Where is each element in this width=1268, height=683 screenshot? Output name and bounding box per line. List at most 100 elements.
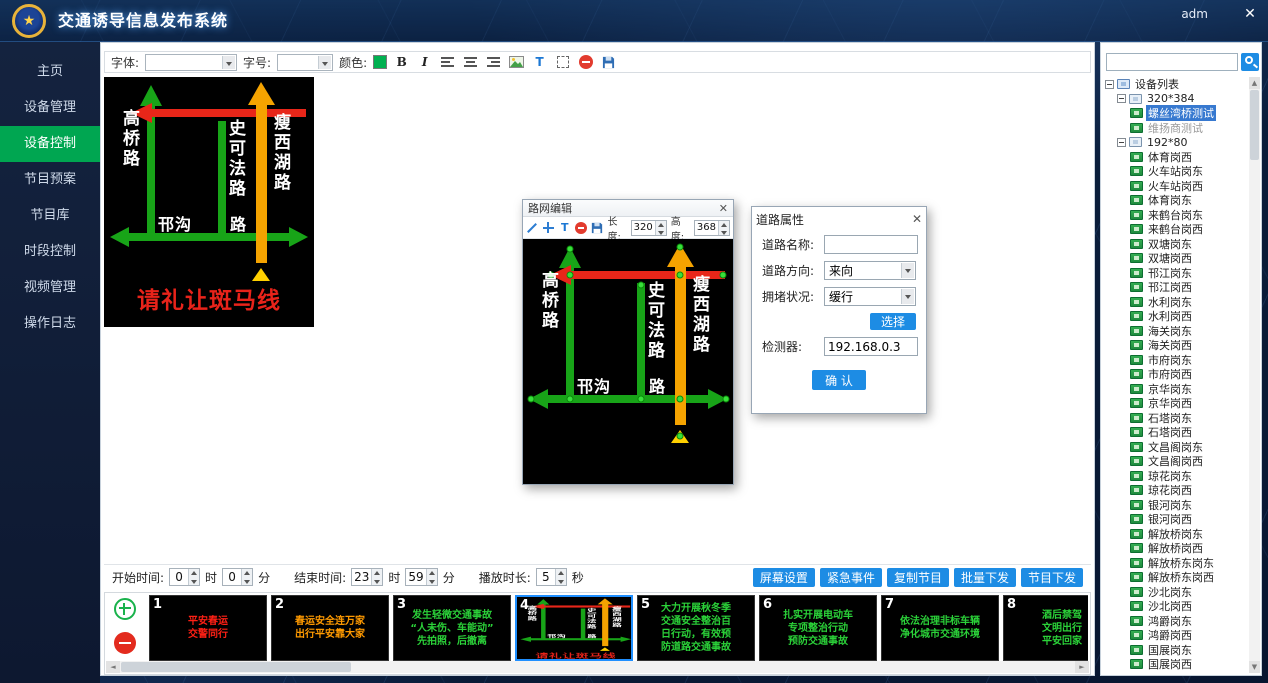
nav-item[interactable]: 操作日志 (0, 306, 100, 342)
insert-image-button[interactable] (508, 54, 525, 71)
tree-item[interactable]: 琼花岗东 (1103, 469, 1248, 484)
scroll-right-icon[interactable]: ► (1075, 661, 1089, 673)
tree-item[interactable]: 解放桥岗西 (1103, 541, 1248, 556)
tree-item[interactable]: 体育岗西 (1103, 150, 1248, 165)
nav-item[interactable]: 设备控制 (0, 126, 100, 162)
duration-stepper[interactable]: 5 (536, 568, 567, 586)
tree-item[interactable]: 设备列表 (1103, 77, 1248, 92)
height-stepper[interactable]: 368 (694, 220, 730, 236)
tree-item[interactable]: 市府岗东 (1103, 353, 1248, 368)
save-roadnet-button[interactable] (591, 220, 603, 235)
tree-item[interactable]: 文昌阁岗东 (1103, 440, 1248, 455)
road-direction-select[interactable]: 来向 (824, 261, 916, 280)
spin-up-icon[interactable] (719, 221, 729, 228)
font-size-select[interactable] (277, 54, 333, 71)
scrollbar-thumb[interactable] (121, 662, 351, 672)
tree-expand-icon[interactable] (1117, 94, 1126, 103)
tree-item[interactable]: 石塔岗西 (1103, 425, 1248, 440)
draw-cross-tool[interactable] (542, 220, 554, 235)
italic-button[interactable]: I (416, 54, 433, 71)
action-button[interactable]: 屏幕设置 (753, 568, 815, 587)
action-button[interactable]: 批量下发 (954, 568, 1016, 587)
tree-item[interactable]: 螺丝湾桥测试 (1103, 106, 1248, 121)
select-detector-button[interactable]: 选择 (870, 313, 916, 330)
spin-up-icon[interactable] (656, 221, 666, 228)
tree-item[interactable]: 水利岗西 (1103, 309, 1248, 324)
tree-item[interactable]: 解放桥岗东 (1103, 527, 1248, 542)
fit-screen-button[interactable] (554, 54, 571, 71)
congestion-select[interactable]: 缓行 (824, 287, 916, 306)
nav-item[interactable]: 时段控制 (0, 234, 100, 270)
playlist-scrollbar[interactable]: ◄ ► (106, 661, 1089, 673)
nav-item[interactable]: 节目库 (0, 198, 100, 234)
spin-down-icon[interactable] (189, 577, 199, 585)
spin-up-icon[interactable] (427, 569, 437, 577)
device-tree-scrollbar[interactable]: ▲ ▼ (1249, 77, 1260, 673)
draw-line-tool[interactable] (526, 220, 538, 235)
spin-down-icon[interactable] (427, 577, 437, 585)
tree-item[interactable]: 银河岗西 (1103, 512, 1248, 527)
scrollbar-thumb[interactable] (1250, 90, 1259, 160)
playlist-item[interactable]: 3 发生轻微交通事故 “人未伤、车能动” 先拍照，后撤离 (393, 595, 511, 661)
text-tool-button[interactable]: T (531, 54, 548, 71)
playlist-item[interactable]: 4 (515, 595, 633, 661)
confirm-button[interactable]: 确 认 (812, 370, 866, 390)
scroll-up-icon[interactable]: ▲ (1249, 77, 1260, 89)
bold-button[interactable]: B (393, 54, 410, 71)
spin-up-icon[interactable] (189, 569, 199, 577)
spin-down-icon[interactable] (242, 577, 252, 585)
tree-item[interactable]: 文昌阁岗西 (1103, 454, 1248, 469)
playlist-item[interactable]: 5 大力开展秋冬季 交通安全整治百 日行动，有效预 防道路交通事故 (637, 595, 755, 661)
tree-item[interactable]: 火车站岗西 (1103, 179, 1248, 194)
color-picker-swatch[interactable] (373, 55, 387, 69)
close-icon[interactable]: ✕ (912, 212, 922, 226)
start-minute-stepper[interactable]: 0 (222, 568, 253, 586)
playlist-item[interactable]: 2 春运安全连万家 出行平安靠大家 (271, 595, 389, 661)
tree-item[interactable]: 来鹤台岗东 (1103, 208, 1248, 223)
window-close-icon[interactable]: ✕ (1240, 4, 1260, 24)
tree-item[interactable]: 鸿爵岗东 (1103, 614, 1248, 629)
playlist-item[interactable]: 8 酒后禁驾 文明出行 平安回家 (1003, 595, 1088, 661)
device-search-input[interactable] (1106, 53, 1238, 71)
dialog-titlebar[interactable]: 道路属性 ✕ (756, 210, 922, 228)
spin-down-icon[interactable] (372, 577, 382, 585)
tree-item[interactable]: 来鹤台岗西 (1103, 222, 1248, 237)
delete-road-tool[interactable] (575, 220, 587, 235)
playlist-item[interactable]: 7 依法治理非标车辆 净化城市交通环境 (881, 595, 999, 661)
action-button[interactable]: 紧急事件 (820, 568, 882, 587)
align-left-button[interactable] (439, 54, 456, 71)
playlist-item[interactable]: 6 扎实开展电动车 专项整治行动 预防交通事故 (759, 595, 877, 661)
tree-item[interactable]: 石塔岗东 (1103, 411, 1248, 426)
start-hour-stepper[interactable]: 0 (169, 568, 200, 586)
tree-item[interactable]: 火车站岗东 (1103, 164, 1248, 179)
tree-expand-icon[interactable] (1117, 138, 1126, 147)
search-button[interactable] (1241, 53, 1259, 71)
detector-input[interactable] (824, 337, 918, 356)
tree-item[interactable]: 沙北岗东 (1103, 585, 1248, 600)
end-hour-stepper[interactable]: 23 (351, 568, 383, 586)
nav-item[interactable]: 视频管理 (0, 270, 100, 306)
tree-item[interactable]: 双塘岗西 (1103, 251, 1248, 266)
tree-item[interactable]: 国展岗东 (1103, 643, 1248, 658)
tree-item[interactable]: 市府岗西 (1103, 367, 1248, 382)
scroll-down-icon[interactable]: ▼ (1249, 661, 1260, 673)
spin-up-icon[interactable] (556, 569, 566, 577)
tree-item[interactable]: 邗江岗西 (1103, 280, 1248, 295)
delete-element-button[interactable] (577, 54, 594, 71)
tree-item[interactable]: 琼花岗西 (1103, 483, 1248, 498)
tree-item[interactable]: 京华岗西 (1103, 396, 1248, 411)
roadnet-editor-canvas[interactable]: 高桥路 史可法路 瘦西湖路 邗沟 路 请礼让斑马线 (523, 239, 733, 484)
spin-up-icon[interactable] (242, 569, 252, 577)
tree-item[interactable]: 解放桥东岗东 (1103, 556, 1248, 571)
tree-item[interactable]: 海关岗东 (1103, 324, 1248, 339)
length-stepper[interactable]: 320 (631, 220, 667, 236)
tree-item[interactable]: 邗江岗东 (1103, 266, 1248, 281)
spin-up-icon[interactable] (372, 569, 382, 577)
tree-item[interactable]: 沙北岗西 (1103, 599, 1248, 614)
action-button[interactable]: 节目下发 (1021, 568, 1083, 587)
tree-item[interactable]: 维扬商测试 (1103, 121, 1248, 136)
font-select[interactable] (145, 54, 237, 71)
action-button[interactable]: 复制节目 (887, 568, 949, 587)
add-program-button[interactable] (114, 598, 136, 620)
tree-expand-icon[interactable] (1105, 80, 1114, 89)
